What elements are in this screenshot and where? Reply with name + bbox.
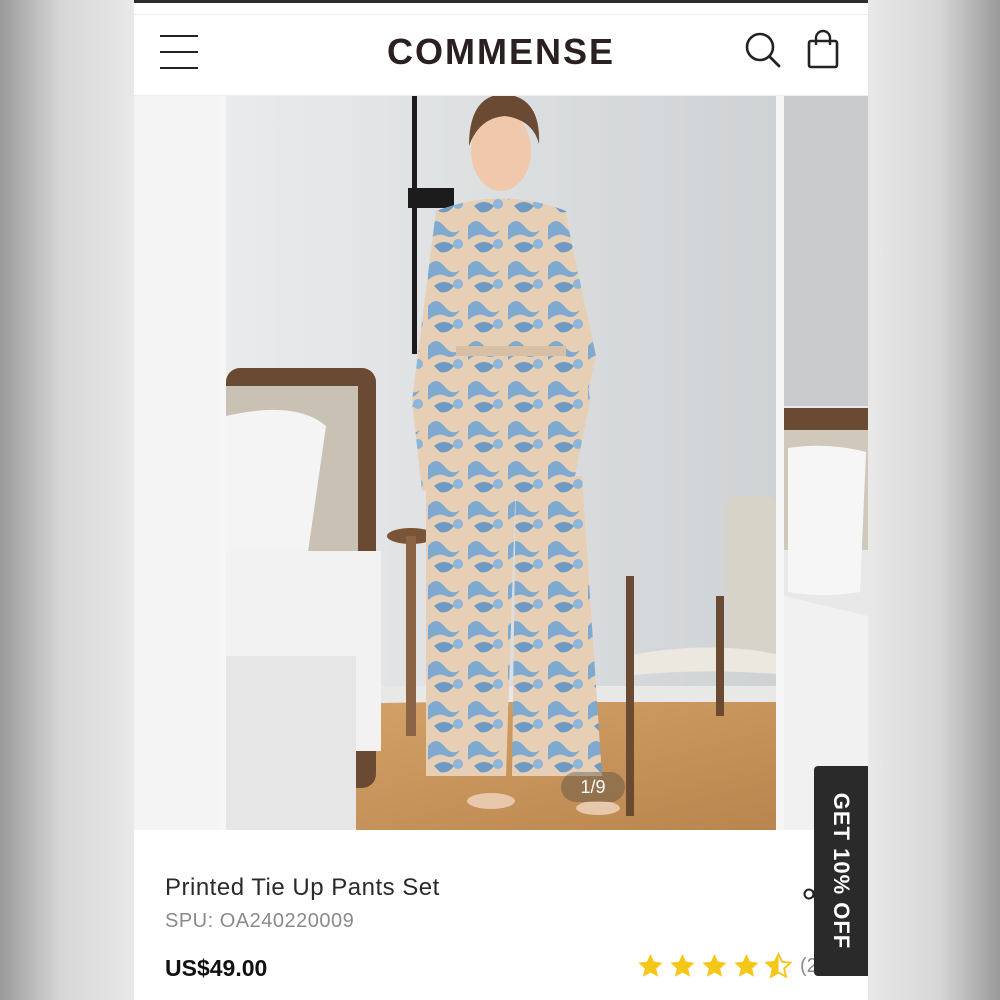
product-main-image[interactable]: 1/9 — [226, 96, 776, 830]
promo-label: GET 10% OFF — [829, 792, 854, 950]
star-full-icon — [702, 954, 727, 977]
product-price: US$49.00 — [165, 955, 268, 981]
star-full-icon — [670, 954, 695, 977]
status-bar-divider — [134, 0, 868, 3]
star-full-icon — [734, 954, 759, 977]
star-full-icon — [638, 954, 663, 977]
next-slide-peek[interactable] — [784, 96, 868, 830]
site-header: COMMENSE — [134, 14, 868, 96]
product-title: Printed Tie Up Pants Set — [165, 874, 440, 901]
shopping-bag-icon[interactable] — [802, 29, 844, 71]
product-image-carousel[interactable]: 1/9 — [134, 96, 868, 830]
previous-slide-peek[interactable] — [134, 96, 220, 830]
product-info: Printed Tie Up Pants Set SPU: OA24022000… — [134, 830, 868, 1000]
star-half-icon — [764, 952, 793, 979]
product-spu: SPU: OA240220009 — [165, 910, 355, 932]
discount-promo-tab[interactable]: GET 10% OFF — [814, 766, 868, 976]
search-icon[interactable] — [742, 29, 784, 71]
product-rating[interactable]: (2) › — [636, 952, 835, 980]
image-counter: 1/9 — [561, 772, 625, 802]
product-page: COMMENSE 1/9 Printed Tie Up Pants Set SP… — [134, 0, 868, 1000]
